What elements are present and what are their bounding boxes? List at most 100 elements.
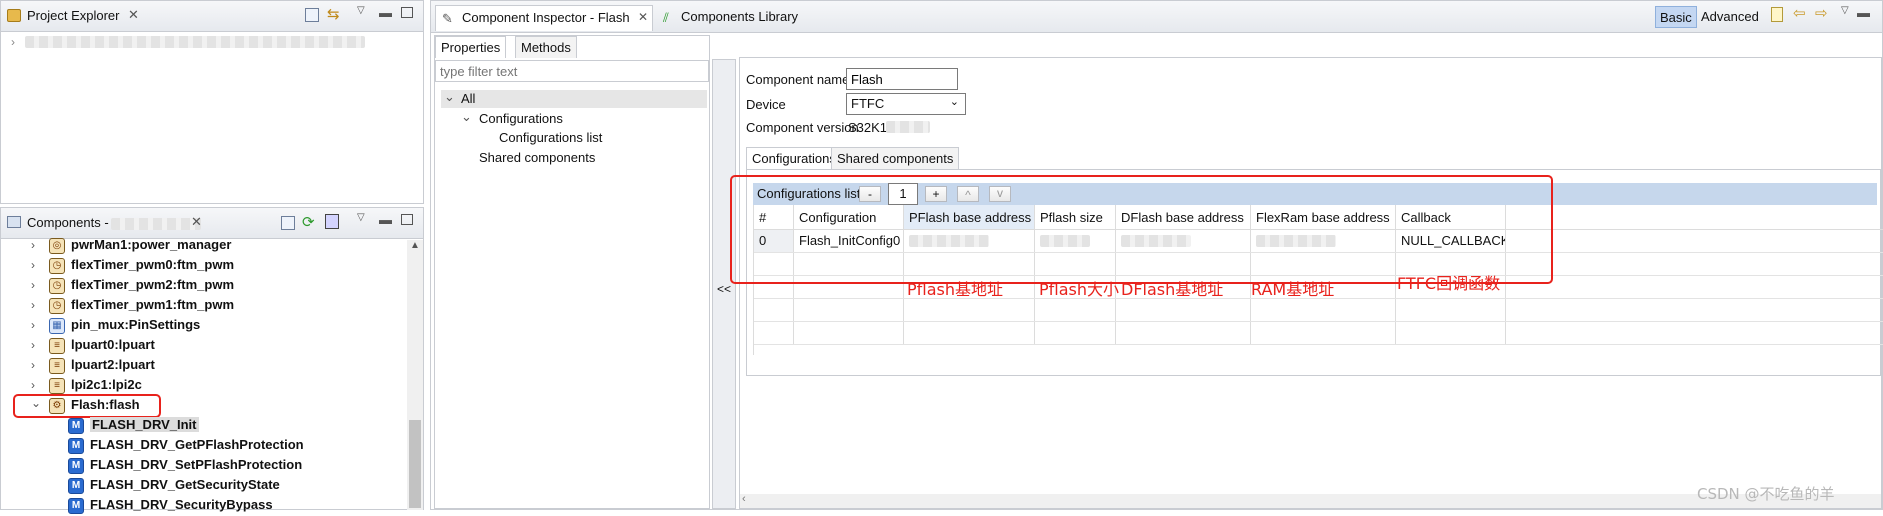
chevron-right-icon[interactable]: › <box>31 298 35 312</box>
properties-pane: Properties Methods ⌄ All ⌄ Configuration… <box>434 35 710 509</box>
vertical-scrollbar[interactable]: ▲ <box>407 240 423 510</box>
minimize-icon[interactable]: ▬ <box>1857 5 1870 20</box>
method-item-get-pflash-protection[interactable]: M FLASH_DRV_GetPFlashProtection <box>68 436 368 456</box>
components-title-bar: Components - ✕ ⟳ ▽ ▬ <box>1 208 423 239</box>
table-row-empty <box>754 299 1883 322</box>
tree-item-label: FLASH_DRV_Init <box>90 417 199 432</box>
grid-cell <box>754 299 794 321</box>
refresh-code-icon[interactable]: ⟳ <box>302 213 315 231</box>
table-row-empty <box>754 322 1883 345</box>
component-name-field[interactable] <box>846 68 958 90</box>
chevron-down-icon: ⌄ <box>949 96 959 108</box>
chevron-right-icon[interactable]: › <box>31 378 35 392</box>
chevron-right-icon[interactable]: › <box>31 238 35 252</box>
method-icon: M <box>68 478 84 494</box>
filter-input[interactable] <box>435 60 709 82</box>
tab-properties[interactable]: Properties <box>435 36 507 58</box>
tree-item-flextimer-pwm2[interactable]: › ◷ flexTimer_pwm2:ftm_pwm <box>31 276 399 296</box>
tree-node-shared-components[interactable]: Shared components <box>479 150 595 165</box>
project-explorer-view: Project Explorer ✕ ⇆ ▽ ▬ › <box>0 0 424 204</box>
chevron-right-icon[interactable]: › <box>31 258 35 272</box>
tree-node-configurations[interactable]: ⌄ Configurations <box>461 109 661 128</box>
tree-item-label: flexTimer_pwm1:ftm_pwm <box>71 297 235 312</box>
device-select[interactable]: FTFC ⌄ <box>846 93 966 115</box>
maximize-icon[interactable] <box>401 214 413 225</box>
chevron-down-icon[interactable]: ⌄ <box>444 89 455 105</box>
tree-item-lpuart2[interactable]: › ≡ lpuart2:lpuart <box>31 356 399 376</box>
grid-cell <box>1396 322 1506 344</box>
tree-node-label: All <box>461 91 476 106</box>
tree-expand-icon[interactable]: › <box>11 35 15 49</box>
chevron-right-icon[interactable]: › <box>31 338 35 352</box>
view-menu-icon[interactable]: ▽ <box>357 212 365 223</box>
chevron-right-icon[interactable]: › <box>31 318 35 332</box>
component-icon: ◎ <box>49 238 65 254</box>
method-item-flash-drv-init[interactable]: M FLASH_DRV_Init <box>68 416 199 436</box>
editor-tab-bar: ✎ Component Inspector - Flash ✕ ⫽ Compon… <box>431 1 1882 33</box>
close-icon[interactable]: ✕ <box>191 214 202 230</box>
minimize-icon[interactable]: ▬ <box>379 212 392 227</box>
component-settings-pane: Component name Device FTFC ⌄ Component v… <box>730 57 1883 509</box>
method-item-set-pflash-protection[interactable]: M FLASH_DRV_SetPFlashProtection <box>68 456 368 476</box>
new-file-icon[interactable] <box>1771 7 1783 22</box>
tab-component-inspector[interactable]: ✎ Component Inspector - Flash ✕ <box>435 5 653 31</box>
tree-node-all[interactable]: ⌄ All <box>441 89 707 108</box>
component-icon: ▦ <box>49 318 65 334</box>
collapse-pane-button[interactable]: << <box>712 59 736 509</box>
tab-methods[interactable]: Methods <box>515 36 577 58</box>
scrollbar-thumb[interactable] <box>409 420 421 508</box>
method-item-get-security-state[interactable]: M FLASH_DRV_GetSecurityState <box>68 476 368 496</box>
basic-mode-button[interactable]: Basic <box>1655 6 1697 28</box>
back-icon[interactable]: ⇦ <box>1793 4 1806 22</box>
component-icon: ◷ <box>49 298 65 314</box>
generate-code-icon[interactable] <box>325 214 339 229</box>
method-icon: M <box>68 418 84 434</box>
project-name-redacted <box>111 218 201 230</box>
link-editor-icon[interactable]: ⇆ <box>327 5 340 23</box>
method-icon: M <box>68 498 84 514</box>
tab-configurations[interactable]: Configurations <box>746 147 842 169</box>
component-version-redacted <box>886 121 930 133</box>
tree-item-flextimer-pwm0[interactable]: › ◷ flexTimer_pwm0:ftm_pwm <box>31 256 399 276</box>
chevron-down-icon[interactable]: ⌄ <box>461 109 472 125</box>
method-icon: M <box>68 458 84 474</box>
view-menu-icon[interactable]: ▽ <box>1841 5 1849 16</box>
close-icon[interactable]: ✕ <box>128 7 139 23</box>
tab-components-library[interactable]: ⫽ Components Library <box>657 5 817 31</box>
tree-item-label: FLASH_DRV_SetPFlashProtection <box>90 457 303 472</box>
tree-item-flextimer-pwm1[interactable]: › ◷ flexTimer_pwm1:ftm_pwm <box>31 296 399 316</box>
inspector-icon: ✎ <box>442 11 453 26</box>
collapse-all-icon[interactable] <box>305 8 319 22</box>
component-inspector-editor: ✎ Component Inspector - Flash ✕ ⫽ Compon… <box>430 0 1883 510</box>
library-icon: ⫽ <box>663 10 669 25</box>
grid-cell <box>904 299 1035 321</box>
tree-item-lpuart0[interactable]: › ≡ lpuart0:lpuart <box>31 336 399 356</box>
view-menu-icon[interactable]: ▽ <box>357 5 365 16</box>
collapse-all-icon[interactable] <box>281 216 295 230</box>
tree-item-pin-mux[interactable]: › ▦ pin_mux:PinSettings <box>31 316 399 336</box>
advanced-mode-button[interactable]: Advanced <box>1699 6 1761 28</box>
method-item-security-bypass[interactable]: M FLASH_DRV_SecurityBypass <box>68 496 368 516</box>
tree-item-lpi2c1[interactable]: › ≡ lpi2c1:lpi2c <box>31 376 399 396</box>
tab-shared-components[interactable]: Shared components <box>831 147 960 169</box>
chevron-right-icon[interactable]: › <box>31 358 35 372</box>
project-item-redacted[interactable] <box>25 36 365 48</box>
tree-node-configurations-list[interactable]: Configurations list <box>499 130 602 145</box>
close-icon[interactable]: ✕ <box>638 10 648 24</box>
scroll-left-icon[interactable]: ‹ <box>742 493 746 505</box>
tree-item-label: flexTimer_pwm0:ftm_pwm <box>71 257 235 272</box>
grid-cell <box>1396 299 1506 321</box>
tree-item-label: pin_mux:PinSettings <box>71 317 201 332</box>
maximize-icon[interactable] <box>401 7 413 18</box>
scroll-up-icon[interactable]: ▲ <box>410 240 420 251</box>
component-version-label: Component version <box>746 120 859 135</box>
components-title[interactable]: Components - <box>27 215 109 230</box>
project-explorer-title-bar: Project Explorer ✕ ⇆ ▽ ▬ <box>1 1 423 32</box>
minimize-icon[interactable]: ▬ <box>379 5 392 20</box>
project-explorer-title[interactable]: Project Explorer <box>27 8 119 23</box>
component-icon: ≡ <box>49 358 65 374</box>
chevron-right-icon[interactable]: › <box>31 278 35 292</box>
forward-icon[interactable]: ⇨ <box>1815 4 1828 22</box>
components-view: Components - ✕ ⟳ ▽ ▬ › ◎ pwrMan1:power_m… <box>0 207 424 514</box>
tree-item-pwrman1[interactable]: › ◎ pwrMan1:power_manager <box>31 236 399 256</box>
